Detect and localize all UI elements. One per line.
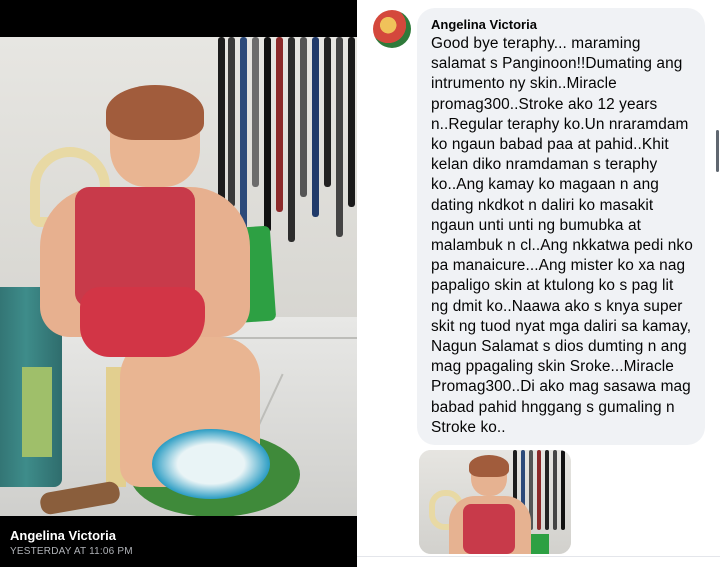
comment-photo-thumbnail[interactable]	[419, 450, 571, 554]
avatar[interactable]	[373, 10, 411, 48]
divider	[357, 556, 720, 567]
person-hair	[106, 85, 204, 140]
post-timestamp[interactable]: YESTERDAY AT 11:06 PM	[10, 545, 133, 559]
water-basin	[152, 429, 270, 499]
photo-viewer-panel: Angelina Victoria YESTERDAY AT 11:06 PM	[0, 0, 357, 567]
thumbnail-hair	[469, 455, 509, 477]
person-shorts	[80, 287, 205, 357]
bucket-label	[22, 367, 52, 457]
comment-text: Good bye teraphy... maraming salamat s P…	[431, 35, 693, 436]
poster-name[interactable]: Angelina Victoria	[10, 528, 133, 544]
comment-author[interactable]: Angelina Victoria	[431, 16, 693, 33]
scrollbar[interactable]	[716, 130, 719, 172]
comment-bubble: Angelina Victoria Good bye teraphy... ma…	[417, 8, 705, 445]
post-photo[interactable]	[0, 37, 357, 516]
post-meta: Angelina Victoria YESTERDAY AT 11:06 PM	[10, 528, 133, 559]
thumbnail-top	[463, 504, 515, 554]
comments-panel: Angelina Victoria Good bye teraphy... ma…	[357, 0, 720, 567]
thumbnail-bag	[531, 534, 549, 554]
